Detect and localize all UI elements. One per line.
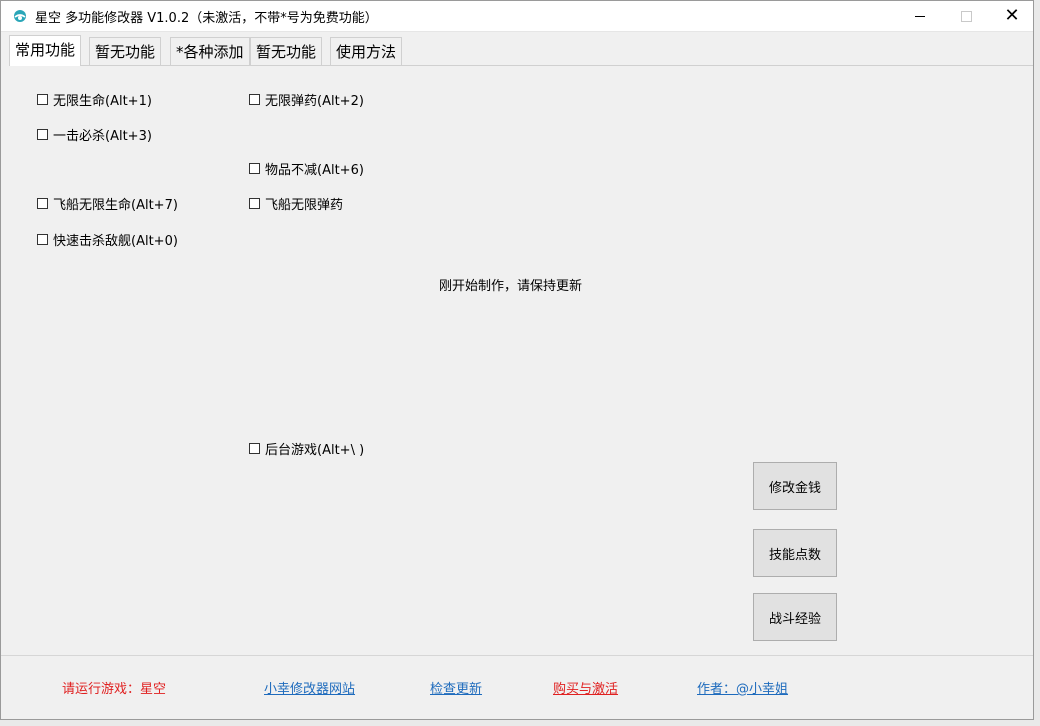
- checkbox-box[interactable]: [249, 94, 260, 105]
- minimize-icon: [915, 15, 925, 17]
- checkbox-label: 后台游戏(Alt+\ ): [265, 443, 365, 458]
- minimize-button[interactable]: [897, 1, 943, 31]
- maximize-icon: [960, 10, 972, 22]
- checkbox-label: 飞船无限生命(Alt+7): [53, 198, 178, 213]
- skill-points-button[interactable]: 技能点数: [753, 529, 837, 577]
- app-logo-icon: [14, 10, 26, 22]
- notice-text: 刚开始制作，请保持更新: [439, 279, 583, 294]
- checkbox-infinite-health[interactable]: 无限生命(Alt+1): [37, 90, 152, 109]
- app-window: 星空 多功能修改器 V1.0.2（未激活，不带*号为免费功能） ✕ 常用功能 暂…: [0, 0, 1034, 720]
- tab-add-items[interactable]: *各种添加: [170, 37, 250, 65]
- checkbox-ship-infinite-health[interactable]: 飞船无限生命(Alt+7): [37, 194, 178, 213]
- buy-activate-link[interactable]: 购买与激活: [553, 678, 618, 697]
- checkbox-infinite-ammo[interactable]: 无限弹药(Alt+2): [249, 90, 364, 109]
- checkbox-label: 一击必杀(Alt+3): [53, 129, 152, 144]
- modify-money-button[interactable]: 修改金钱: [753, 462, 837, 510]
- checkbox-one-hit-kill[interactable]: 一击必杀(Alt+3): [37, 125, 152, 144]
- common-panel: 无限生命(Alt+1) 无限弹药(Alt+2) 一击必杀(Alt+3) 物品不减…: [9, 65, 1033, 655]
- maximize-button[interactable]: [943, 1, 989, 31]
- check-update-link[interactable]: 检查更新: [430, 678, 482, 697]
- checkbox-fast-kill-enemy-ships[interactable]: 快速击杀敌舰(Alt+0): [37, 230, 178, 249]
- checkbox-box[interactable]: [37, 198, 48, 209]
- checkbox-box[interactable]: [249, 163, 260, 174]
- author-link[interactable]: 作者：@小幸姐: [697, 678, 788, 697]
- checkbox-label: 物品不减(Alt+6): [265, 163, 364, 178]
- tab-none-1[interactable]: 暂无功能: [89, 37, 162, 65]
- game-prompt: 请运行游戏：星空: [62, 682, 167, 697]
- checkbox-label: 无限弹药(Alt+2): [265, 94, 364, 109]
- checkbox-box[interactable]: [37, 129, 48, 140]
- checkbox-ship-infinite-ammo[interactable]: 飞船无限弹药: [249, 194, 343, 213]
- checkbox-label: 飞船无限弹药: [265, 198, 344, 213]
- window-title: 星空 多功能修改器 V1.0.2（未激活，不带*号为免费功能）: [35, 11, 378, 26]
- checkbox-background-game[interactable]: 后台游戏(Alt+\ ): [249, 439, 364, 458]
- combat-xp-button[interactable]: 战斗经验: [753, 593, 837, 641]
- checkbox-label: 快速击杀敌舰(Alt+0): [53, 234, 178, 249]
- checkbox-box[interactable]: [37, 234, 48, 245]
- tab-none-2[interactable]: 暂无功能: [250, 37, 323, 65]
- checkbox-label: 无限生命(Alt+1): [53, 94, 152, 109]
- close-icon: ✕: [1004, 5, 1020, 26]
- tab-usage[interactable]: 使用方法: [330, 37, 403, 65]
- checkbox-box[interactable]: [249, 443, 260, 454]
- checkbox-items-not-consumed[interactable]: 物品不减(Alt+6): [249, 159, 364, 178]
- title-bar: 星空 多功能修改器 V1.0.2（未激活，不带*号为免费功能） ✕: [1, 1, 1033, 32]
- tab-common[interactable]: 常用功能: [9, 35, 82, 66]
- site-link[interactable]: 小幸修改器网站: [264, 678, 355, 697]
- checkbox-box[interactable]: [249, 198, 260, 209]
- close-button[interactable]: ✕: [989, 1, 1035, 31]
- checkbox-box[interactable]: [37, 94, 48, 105]
- status-bar: 请运行游戏：星空 小幸修改器网站 检查更新 购买与激活 作者：@小幸姐: [1, 655, 1033, 720]
